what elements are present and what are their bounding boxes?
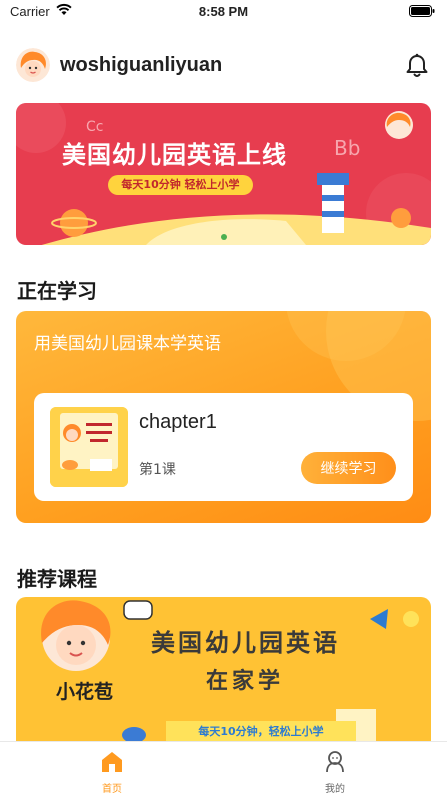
tab-home[interactable]: 首页 bbox=[52, 746, 172, 795]
carousel-indicator bbox=[221, 234, 227, 240]
promo-banner[interactable]: Cc Bb 美国幼儿园英语上线 每天10分钟 轻松上小学 bbox=[16, 103, 431, 245]
recommended-banner-title: 美国幼儿园英语 bbox=[151, 629, 340, 657]
course-thumbnail bbox=[50, 407, 128, 487]
banner-illustration: Cc Bb bbox=[16, 103, 431, 245]
continue-learning-button[interactable]: 继续学习 bbox=[301, 452, 396, 484]
brand-logo-text: 小花苞 bbox=[56, 681, 114, 703]
lesson-label: 第1课 bbox=[139, 462, 176, 478]
battery-icon bbox=[409, 5, 435, 21]
tab-profile-label: 我的 bbox=[325, 784, 345, 795]
studying-card[interactable]: 用美国幼儿园课本学英语 chapter1 第1课 继续学习 bbox=[16, 311, 431, 523]
chapter-name: chapter1 bbox=[139, 411, 217, 433]
svg-text:Cc: Cc bbox=[86, 119, 103, 135]
tab-home-label: 首页 bbox=[102, 784, 122, 795]
username: woshiguanliyuan bbox=[60, 54, 223, 76]
studying-section-title: 正在学习 bbox=[17, 279, 97, 303]
recommended-course-banner[interactable]: 美国幼儿园英语 在家学 小花苞 每天10分钟，轻松上小学 bbox=[16, 597, 431, 747]
current-course-item[interactable]: chapter1 第1课 继续学习 bbox=[34, 393, 413, 501]
recommended-section-title: 推荐课程 bbox=[17, 567, 97, 591]
status-bar: Carrier 8:58 PM bbox=[0, 0, 447, 24]
notification-bell-icon[interactable] bbox=[403, 52, 431, 80]
home-icon bbox=[101, 750, 123, 774]
tab-bar: 首页 我的 bbox=[0, 741, 447, 795]
tab-profile[interactable]: 我的 bbox=[275, 746, 395, 795]
banner-title: 美国幼儿园英语上线 bbox=[62, 141, 287, 169]
header: woshiguanliyuan bbox=[0, 44, 447, 88]
recommended-banner-subtitle: 在家学 bbox=[206, 669, 285, 694]
avatar[interactable] bbox=[16, 48, 50, 82]
svg-text:Bb: Bb bbox=[334, 136, 360, 160]
recommended-banner-slogan: 每天10分钟，轻松上小学 bbox=[166, 721, 356, 743]
banner-subtitle: 每天10分钟 轻松上小学 bbox=[108, 175, 253, 195]
course-title: 用美国幼儿园课本学英语 bbox=[34, 334, 221, 354]
clock: 8:58 PM bbox=[198, 4, 249, 19]
person-icon bbox=[324, 750, 346, 774]
